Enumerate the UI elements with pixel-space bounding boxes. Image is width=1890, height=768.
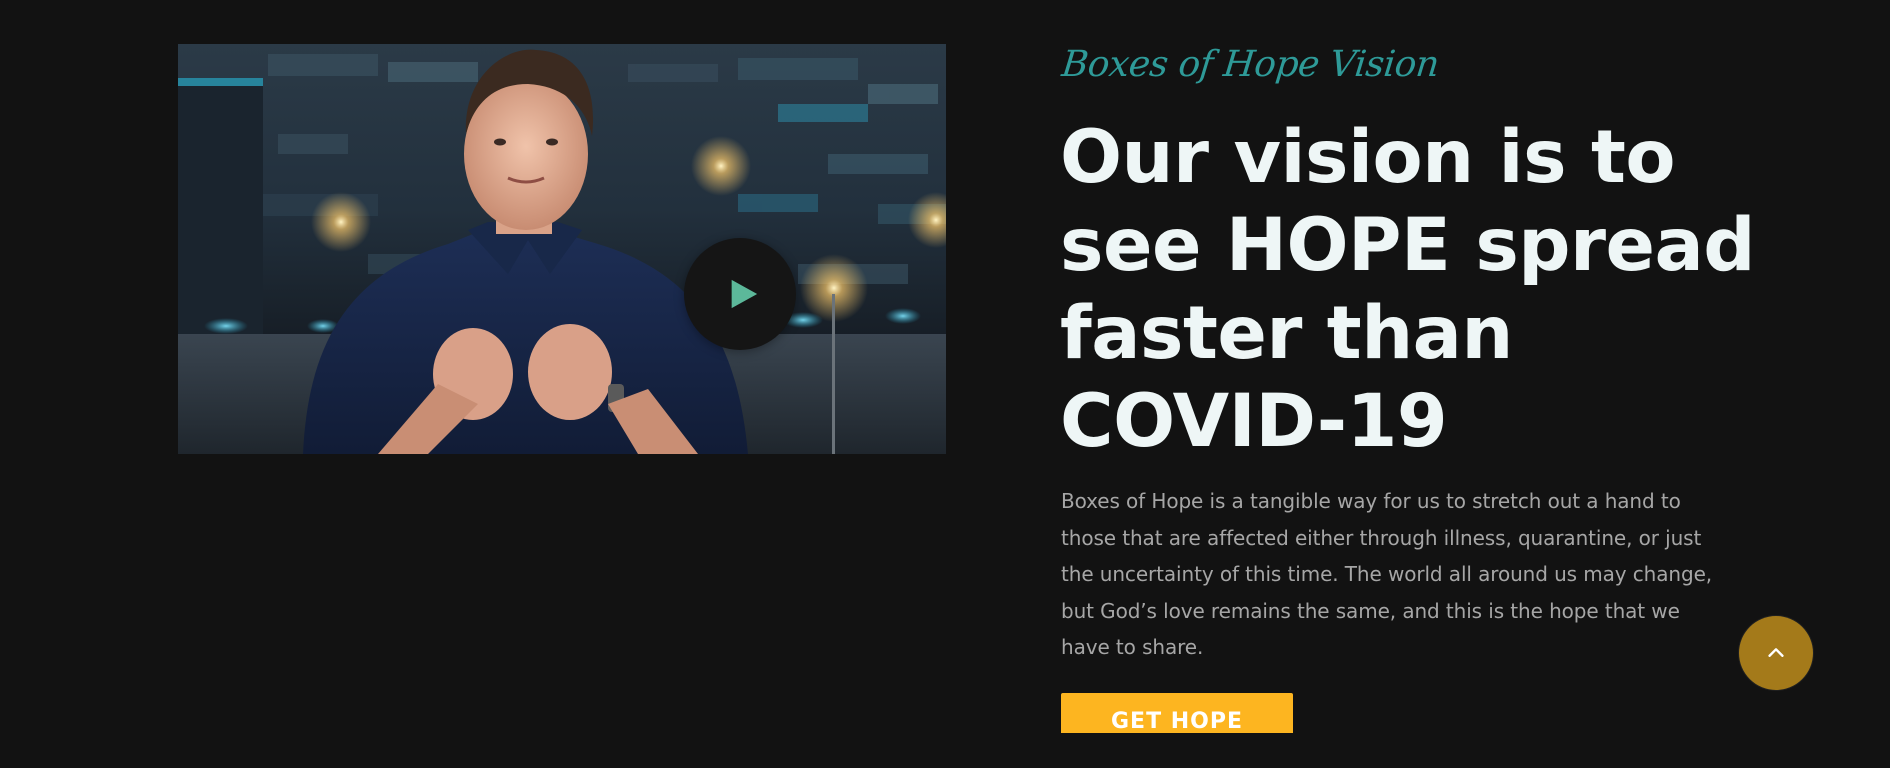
play-icon bbox=[731, 279, 758, 309]
get-hope-button[interactable]: GET HOPE bbox=[1061, 693, 1293, 733]
scroll-to-top-button[interactable] bbox=[1739, 616, 1813, 690]
section-description: Boxes of Hope is a tangible way for us t… bbox=[1061, 489, 1713, 659]
section-eyebrow: Boxes of Hope Vision bbox=[1059, 44, 1441, 85]
section-heading: Our vision is to see HOPE spread faster … bbox=[1060, 115, 1756, 464]
chevron-up-icon bbox=[1768, 648, 1784, 657]
video-thumbnail bbox=[178, 44, 946, 454]
video-player[interactable] bbox=[178, 44, 946, 454]
play-button[interactable] bbox=[684, 238, 796, 350]
